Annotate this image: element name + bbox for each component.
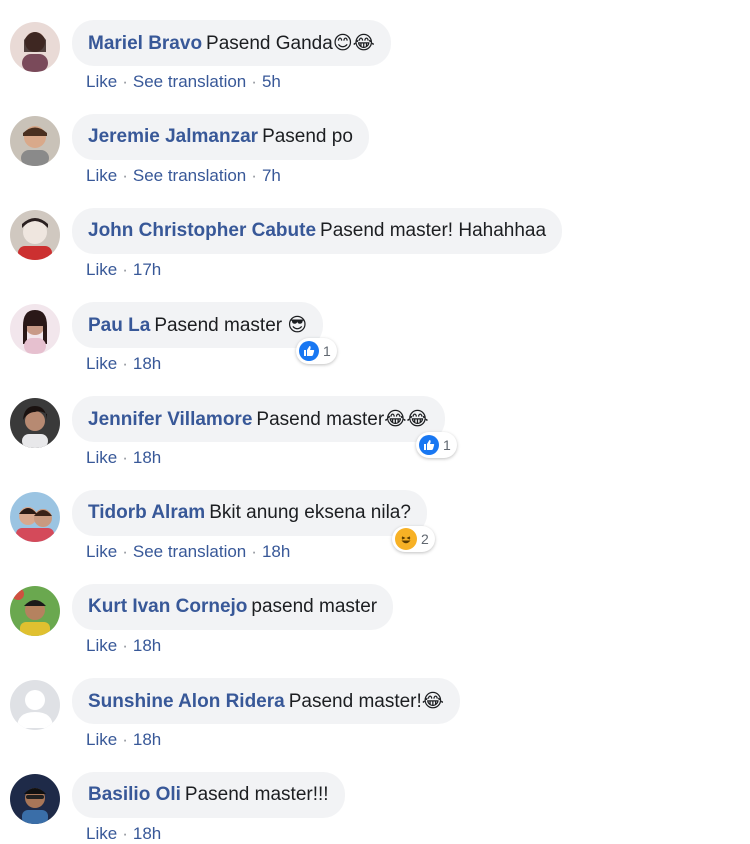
commenter-name[interactable]: Basilio Oli: [88, 784, 181, 805]
avatar[interactable]: [10, 210, 60, 260]
comment-actions: Like · 17h: [86, 260, 161, 280]
avatar[interactable]: [10, 304, 60, 354]
commenter-name[interactable]: Kurt Ivan Cornejo: [88, 596, 247, 617]
comment-bubble: Pau La Pasend master 😎: [72, 302, 324, 348]
reaction-count: 2: [421, 531, 429, 547]
comment-text: Pasend master! Hahahhaa: [320, 220, 547, 241]
separator-dot: ·: [122, 166, 128, 185]
comment-text: Pasend master!!!: [184, 784, 329, 805]
like-link[interactable]: Like: [86, 166, 117, 185]
comment-bubble: Basilio Oli Pasend master!!!: [72, 772, 345, 818]
emoji: 😊😂: [332, 32, 375, 54]
comment-bubble: Jennifer Villamore Pasend master😂😂: [72, 396, 445, 442]
comment-bubble: Kurt Ivan Cornejo pasend master: [72, 584, 394, 630]
separator-dot: ·: [251, 72, 257, 91]
like-link[interactable]: Like: [86, 636, 117, 655]
like-link[interactable]: Like: [86, 542, 117, 561]
like-link[interactable]: Like: [86, 730, 117, 749]
like-link[interactable]: Like: [86, 72, 117, 91]
separator-dot: ·: [122, 260, 128, 279]
timestamp[interactable]: 18h: [133, 448, 161, 467]
comment-bubble: Jeremie Jalmanzar Pasend po: [72, 114, 369, 160]
timestamp[interactable]: 18h: [133, 354, 161, 373]
like-link[interactable]: Like: [86, 824, 117, 843]
reaction-summary[interactable]: 1: [416, 432, 457, 458]
see-translation-link[interactable]: See translation: [133, 72, 246, 91]
like-reaction-icon: [419, 435, 439, 455]
avatar[interactable]: [10, 680, 60, 730]
separator-dot: ·: [122, 542, 128, 561]
commenter-name[interactable]: Jeremie Jalmanzar: [88, 126, 258, 147]
separator-dot: ·: [122, 636, 128, 655]
avatar[interactable]: [10, 774, 60, 824]
comment-text: Pasend Ganda: [206, 33, 333, 54]
commenter-name[interactable]: John Christopher Cabute: [88, 220, 316, 241]
comment-text: Bkit anung eksena nila?: [209, 502, 411, 523]
avatar[interactable]: [10, 586, 60, 636]
separator-dot: ·: [122, 448, 128, 467]
see-translation-link[interactable]: See translation: [133, 166, 246, 185]
separator-dot: ·: [122, 730, 128, 749]
comment-text: Pasend master!: [288, 691, 422, 712]
avatar[interactable]: [10, 22, 60, 72]
commenter-name[interactable]: Jennifer Villamore: [88, 409, 252, 430]
reaction-count: 1: [323, 343, 331, 359]
like-link[interactable]: Like: [86, 448, 117, 467]
see-translation-link[interactable]: See translation: [133, 542, 246, 561]
comment-actions: Like · 18h: [86, 636, 161, 656]
reaction-summary[interactable]: 2: [392, 526, 435, 552]
emoji: 😎: [287, 314, 308, 336]
comment-actions: Like · 18h: [86, 824, 161, 844]
timestamp[interactable]: 5h: [262, 72, 281, 91]
separator-dot: ·: [122, 824, 128, 843]
comment-actions: Like · See translation · 18h: [86, 542, 290, 562]
commenter-name[interactable]: Tidorb Alram: [88, 502, 205, 523]
avatar[interactable]: [10, 398, 60, 448]
comment-bubble: John Christopher Cabute Pasend master! Ha…: [72, 208, 563, 254]
comment-actions: Like · See translation · 5h: [86, 72, 281, 92]
comment-text: pasend master: [251, 596, 378, 617]
commenter-name[interactable]: Sunshine Alon Ridera: [88, 691, 285, 712]
comment-actions: Like · 18h: [86, 354, 161, 374]
comment-bubble: Tidorb Alram Bkit anung eksena nila?: [72, 490, 427, 536]
separator-dot: ·: [122, 72, 128, 91]
like-link[interactable]: Like: [86, 354, 117, 373]
haha-reaction-icon: [395, 528, 417, 550]
separator-dot: ·: [122, 354, 128, 373]
commenter-name[interactable]: Pau La: [88, 315, 150, 336]
avatar[interactable]: [10, 116, 60, 166]
timestamp[interactable]: 18h: [133, 824, 161, 843]
timestamp[interactable]: 7h: [262, 166, 281, 185]
separator-dot: ·: [251, 166, 257, 185]
comment-bubble: Mariel Bravo Pasend Ganda😊😂: [72, 20, 391, 66]
like-reaction-icon: [299, 341, 319, 361]
reaction-summary[interactable]: 1: [296, 338, 337, 364]
emoji: 😂😂: [384, 408, 429, 430]
reaction-count: 1: [443, 437, 451, 453]
separator-dot: ·: [251, 542, 257, 561]
comment-actions: Like · 18h: [86, 448, 161, 468]
comment-text: Pasend po: [262, 126, 353, 147]
timestamp[interactable]: 18h: [262, 542, 290, 561]
comment-text: Pasend master: [256, 409, 385, 430]
timestamp[interactable]: 18h: [133, 636, 161, 655]
commenter-name[interactable]: Mariel Bravo: [88, 33, 202, 54]
comment-actions: Like · 18h: [86, 730, 161, 750]
timestamp[interactable]: 18h: [133, 730, 161, 749]
comment-actions: Like · See translation · 7h: [86, 166, 281, 186]
timestamp[interactable]: 17h: [133, 260, 161, 279]
like-link[interactable]: Like: [86, 260, 117, 279]
comment-bubble: Sunshine Alon Ridera Pasend master!😂: [72, 678, 460, 724]
comment-text: Pasend master: [154, 315, 283, 336]
emoji: 😂: [421, 690, 444, 712]
avatar[interactable]: [10, 492, 60, 542]
